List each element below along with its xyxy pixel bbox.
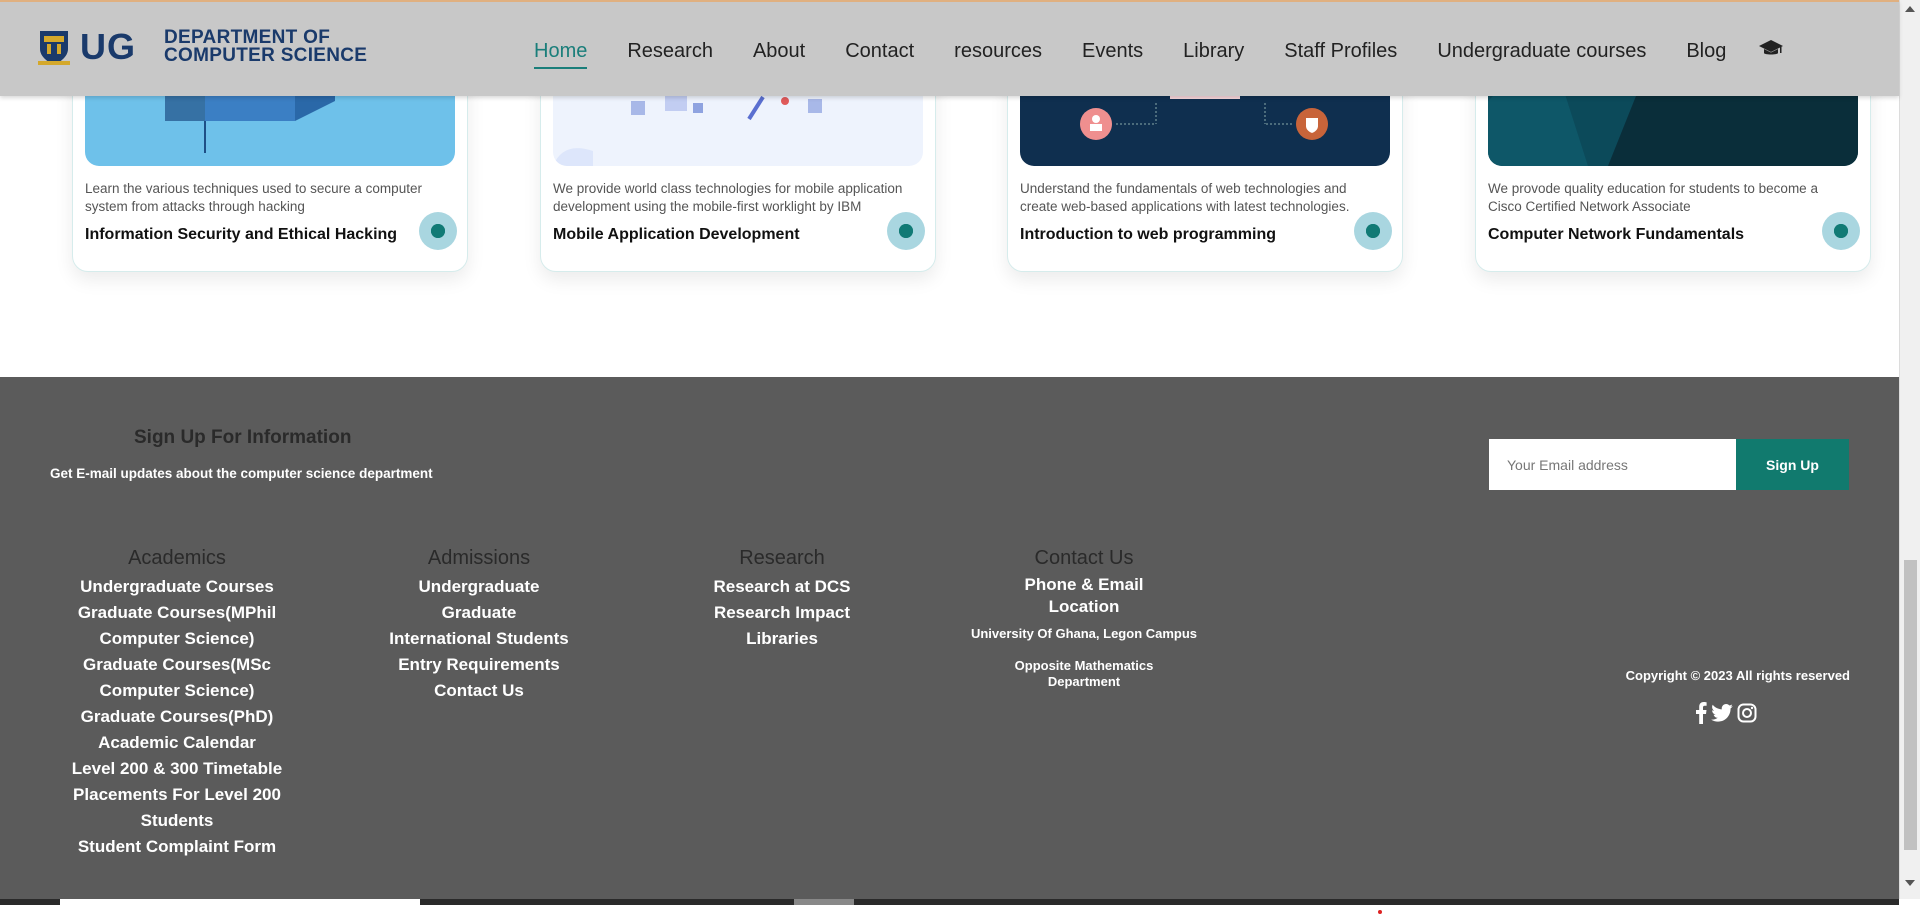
ug-crest-icon	[38, 31, 70, 65]
footer-link[interactable]: Undergraduate Courses	[57, 574, 297, 600]
footer-link[interactable]: Graduate	[359, 600, 599, 626]
card-description: We provode quality education for student…	[1488, 181, 1818, 214]
graduation-cap-icon[interactable]	[1758, 38, 1784, 64]
signup-title: Sign Up For Information	[134, 427, 352, 448]
card-badge-icon[interactable]	[1354, 212, 1392, 250]
academics-heading: Academics	[128, 547, 226, 569]
footer-col-academics: Academics Undergraduate Courses Graduate…	[57, 547, 297, 860]
scroll-up-arrow-icon[interactable]	[1905, 6, 1915, 12]
footer-col-research: Research Research at DCS Research Impact…	[662, 547, 902, 652]
signup-subtitle: Get E-mail updates about the computer sc…	[50, 466, 433, 481]
nav-resources[interactable]: resources	[954, 40, 1042, 63]
campus-text: University Of Ghana, Legon Campus	[970, 626, 1198, 641]
card-description: Learn the various techniques used to sec…	[85, 181, 422, 214]
footer-link[interactable]: Graduate Courses(MPhil Computer Science)	[57, 600, 297, 652]
bottom-bar-segment	[60, 899, 420, 905]
nav-library[interactable]: Library	[1183, 40, 1244, 63]
nav-events[interactable]: Events	[1082, 40, 1143, 63]
card-title[interactable]: Information Security and Ethical Hacking	[85, 226, 397, 244]
footer: Sign Up For Information Get E-mail updat…	[0, 377, 1899, 899]
footer-link[interactable]: Graduate Courses(PhD)	[57, 704, 297, 730]
brand-logo[interactable]: UG DEPARTMENT OF COMPUTER SCIENCE	[34, 26, 367, 68]
bottom-strip	[0, 899, 1899, 916]
card-title[interactable]: Mobile Application Development	[553, 226, 800, 244]
footer-link[interactable]: Academic Calendar	[57, 730, 297, 756]
signup-button[interactable]: Sign Up	[1736, 439, 1849, 490]
nav-about[interactable]: About	[753, 40, 805, 63]
instagram-icon[interactable]	[1737, 703, 1757, 723]
card-description: We provide world class technologies for …	[553, 181, 903, 214]
location-link[interactable]: Location	[964, 596, 1204, 618]
dept-name: DEPARTMENT OF COMPUTER SCIENCE	[164, 28, 368, 66]
footer-link[interactable]: Student Complaint Form	[57, 834, 297, 860]
phone-email-link[interactable]: Phone & Email	[964, 574, 1204, 596]
social-links	[1695, 702, 1757, 724]
red-dot-marker	[1378, 910, 1382, 914]
email-input[interactable]	[1489, 439, 1736, 490]
contact-heading: Contact Us	[1034, 547, 1134, 569]
card-title[interactable]: Introduction to web programming	[1020, 226, 1276, 244]
card-badge-icon[interactable]	[1822, 212, 1860, 250]
nav-research[interactable]: Research	[627, 40, 713, 63]
footer-col-admissions: Admissions Undergraduate Graduate Intern…	[359, 547, 599, 704]
bottom-bar-gap	[794, 899, 854, 905]
nav-blog[interactable]: Blog	[1686, 40, 1726, 63]
scroll-thumb[interactable]	[1904, 560, 1917, 850]
footer-link[interactable]: Research Impact	[662, 600, 902, 626]
landmark-text: Opposite Mathematics Department	[1014, 658, 1154, 689]
card-badge-icon[interactable]	[419, 212, 457, 250]
research-heading: Research	[739, 547, 825, 569]
nav-home[interactable]: Home	[534, 40, 588, 69]
admissions-heading: Admissions	[427, 547, 531, 569]
ug-logo-text: UG	[80, 26, 136, 67]
footer-link[interactable]: Graduate Courses(MSc Computer Science)	[57, 652, 297, 704]
top-navbar: UG DEPARTMENT OF COMPUTER SCIENCE Home R…	[0, 0, 1899, 96]
footer-link[interactable]: Contact Us	[359, 678, 599, 704]
footer-link[interactable]: Libraries	[662, 626, 902, 652]
footer-col-contact: Contact Us Phone & Email Location Univer…	[964, 547, 1204, 690]
dept-line-2: COMPUTER SCIENCE	[164, 45, 368, 66]
card-description: Understand the fundamentals of web techn…	[1020, 181, 1350, 214]
footer-link[interactable]: International Students	[359, 626, 599, 652]
nav-links: Home Research About Contact resources Ev…	[534, 38, 1784, 69]
footer-link[interactable]: Undergraduate	[359, 574, 599, 600]
copyright-text: Copyright © 2023 All rights reserved	[1625, 668, 1850, 683]
facebook-icon[interactable]	[1695, 702, 1707, 724]
nav-staff-profiles[interactable]: Staff Profiles	[1284, 40, 1397, 63]
nav-undergraduate-courses[interactable]: Undergraduate courses	[1437, 40, 1646, 63]
nav-contact[interactable]: Contact	[845, 40, 914, 63]
footer-link[interactable]: Research at DCS	[662, 574, 902, 600]
page-scrollbar[interactable]	[1899, 0, 1920, 899]
card-badge-icon[interactable]	[887, 212, 925, 250]
card-title[interactable]: Computer Network Fundamentals	[1488, 226, 1744, 244]
footer-link[interactable]: Placements For Level 200 Students	[57, 782, 297, 834]
footer-link[interactable]: Level 200 & 300 Timetable	[57, 756, 297, 782]
twitter-icon[interactable]	[1711, 704, 1733, 722]
scroll-down-arrow-icon[interactable]	[1905, 880, 1915, 886]
footer-link[interactable]: Entry Requirements	[359, 652, 599, 678]
